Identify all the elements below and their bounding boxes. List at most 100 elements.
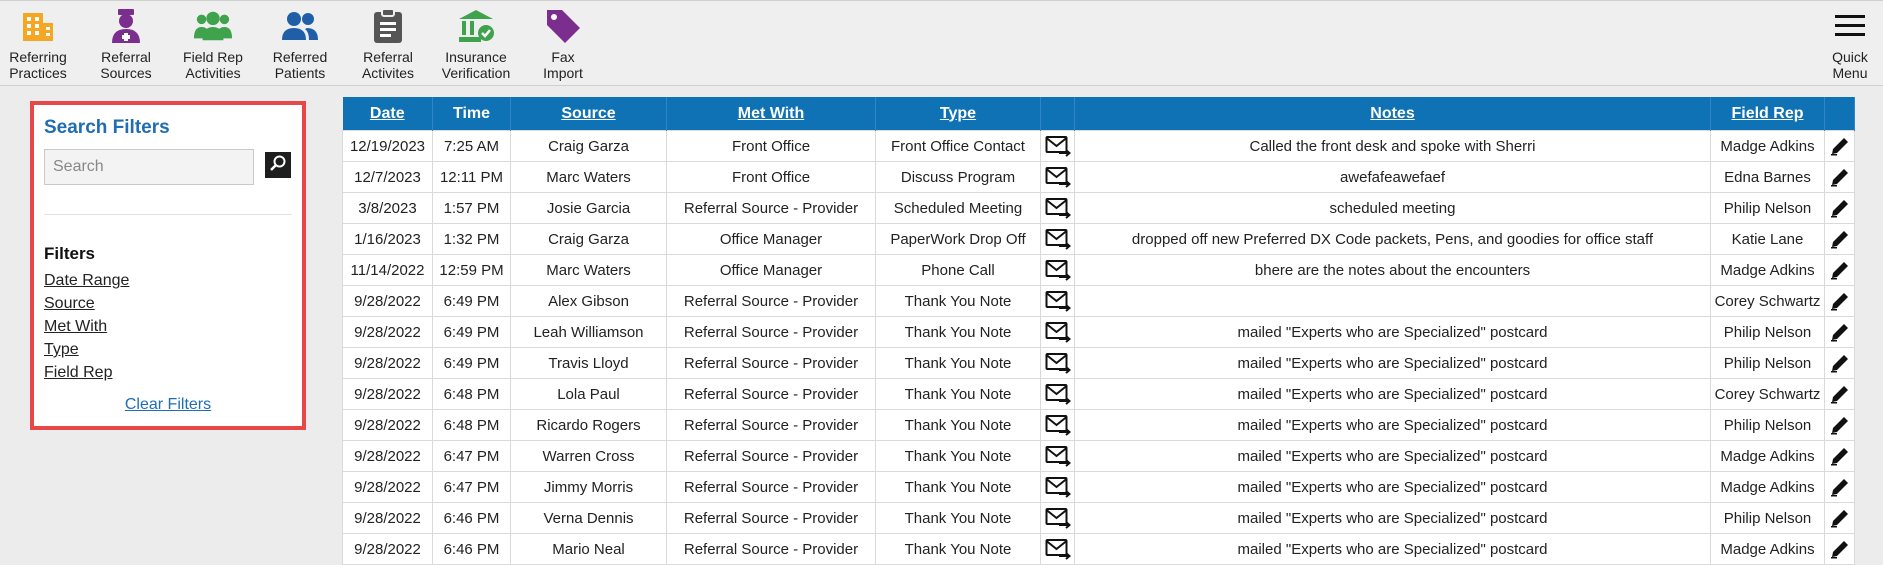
mail-forward-icon[interactable] [1045,197,1071,219]
filter-link-field-rep[interactable]: Field Rep [44,361,129,384]
column-header-notes[interactable]: Notes [1074,97,1711,131]
cell-date: 9/28/2022 [342,378,433,410]
mail-cell [1040,130,1075,162]
filter-link-type[interactable]: Type [44,338,129,361]
mail-forward-icon[interactable] [1045,538,1071,560]
mail-forward-icon[interactable] [1045,414,1071,436]
search-button[interactable] [265,152,291,178]
column-header-date[interactable]: Date [342,97,433,131]
toolbar-referral-sources[interactable]: Referral Sources [94,7,158,81]
quick-menu-button[interactable]: Quick Menu [1828,7,1872,81]
mail-forward-icon[interactable] [1045,445,1071,467]
edit-pencil-icon[interactable] [1829,197,1851,219]
cell-time: 6:49 PM [432,347,511,379]
cell-field-rep: Madge Adkins [1710,471,1825,503]
cell-field-rep: Katie Lane [1710,223,1825,255]
mail-forward-icon[interactable] [1045,166,1071,188]
mail-forward-icon[interactable] [1045,476,1071,498]
edit-pencil-icon[interactable] [1829,228,1851,250]
table-row: 9/28/2022 6:47 PM Warren Cross Referral Sou… [342,440,1855,472]
cell-time: 6:48 PM [432,378,511,410]
cell-notes: bhere are the notes about the encounters [1074,254,1711,286]
cell-date: 9/28/2022 [342,347,433,379]
cell-time: 6:49 PM [432,316,511,348]
edit-pencil-icon[interactable] [1829,476,1851,498]
edit-pencil-icon[interactable] [1829,290,1851,312]
cell-notes: mailed "Experts who are Specialized" pos… [1074,347,1711,379]
toolbar-referred-patients[interactable]: Referred Patients [266,7,334,81]
cell-met-with: Referral Source - Provider [666,409,876,441]
table-row: 9/28/2022 6:48 PM Ricardo Rogers Referral S… [342,409,1855,441]
toolbar-label: Insurance Verification [441,49,511,81]
cell-date: 9/28/2022 [342,502,433,534]
cell-type: Phone Call [875,254,1041,286]
search-filters-panel: Search Filters Filters Date Range Source… [30,101,306,430]
cell-date: 1/16/2023 [342,223,433,255]
cell-met-with: Front Office [666,161,876,193]
cell-source: Warren Cross [510,440,667,472]
column-header-met-with[interactable]: Met With [666,97,876,131]
clear-filters-link[interactable]: Clear Filters [34,396,302,414]
filter-link-date-range[interactable]: Date Range [44,269,129,292]
edit-pencil-icon[interactable] [1829,166,1851,188]
edit-cell [1824,409,1855,441]
cell-field-rep: Edna Barnes [1710,161,1825,193]
activities-table: Date Time Source Met With Type Notes Fie… [342,97,1855,565]
mail-forward-icon[interactable] [1045,321,1071,343]
cell-type: Front Office Contact [875,130,1041,162]
cell-met-with: Referral Source - Provider [666,316,876,348]
mail-forward-icon[interactable] [1045,135,1071,157]
edit-pencil-icon[interactable] [1829,445,1851,467]
edit-pencil-icon[interactable] [1829,352,1851,374]
edit-pencil-icon[interactable] [1829,414,1851,436]
cell-source: Craig Garza [510,130,667,162]
toolbar-referral-activites[interactable]: Referral Activites [354,7,422,81]
table-row: 1/16/2023 1:32 PM Craig Garza Office Manage… [342,223,1855,255]
edit-cell [1824,316,1855,348]
toolbar-label: Referring Practices [9,49,67,81]
toolbar-referring-practices[interactable]: Referring Practices [4,7,72,81]
column-header-source[interactable]: Source [510,97,667,131]
search-input[interactable] [44,149,254,185]
cell-notes: mailed "Experts who are Specialized" pos… [1074,378,1711,410]
toolbar-label: Referred Patients [272,49,328,81]
cell-notes: Called the front desk and spoke with She… [1074,130,1711,162]
mail-forward-icon[interactable] [1045,383,1071,405]
mail-cell [1040,223,1075,255]
mail-forward-icon[interactable] [1045,507,1071,529]
filter-link-met-with[interactable]: Met With [44,315,129,338]
cell-time: 12:11 PM [432,161,511,193]
edit-pencil-icon[interactable] [1829,538,1851,560]
mail-cell [1040,316,1075,348]
edit-cell [1824,533,1855,565]
cell-time: 6:47 PM [432,471,511,503]
cell-source: Ricardo Rogers [510,409,667,441]
edit-pencil-icon[interactable] [1829,135,1851,157]
mail-forward-icon[interactable] [1045,290,1071,312]
column-header-field-rep[interactable]: Field Rep [1710,97,1825,131]
mail-forward-icon[interactable] [1045,352,1071,374]
cell-date: 11/14/2022 [342,254,433,286]
toolbar-field-rep-activities[interactable]: Field Rep Activities [178,7,248,81]
edit-pencil-icon[interactable] [1829,321,1851,343]
edit-pencil-icon[interactable] [1829,259,1851,281]
mail-forward-icon[interactable] [1045,259,1071,281]
cell-type: Thank You Note [875,378,1041,410]
column-header-type[interactable]: Type [875,97,1041,131]
cell-field-rep: Madge Adkins [1710,130,1825,162]
toolbar-insurance-verification[interactable]: Insurance Verification [436,7,516,81]
mail-forward-icon[interactable] [1045,228,1071,250]
cell-date: 9/28/2022 [342,471,433,503]
cell-time: 12:59 PM [432,254,511,286]
edit-pencil-icon[interactable] [1829,507,1851,529]
doctor-icon [106,7,146,45]
edit-pencil-icon[interactable] [1829,383,1851,405]
edit-cell [1824,254,1855,286]
column-header-label: Met With [737,104,805,122]
table-row: 9/28/2022 6:47 PM Jimmy Morris Referral Sou… [342,471,1855,503]
cell-field-rep: Philip Nelson [1710,316,1825,348]
cell-source: Marc Waters [510,161,667,193]
toolbar-fax-import[interactable]: Fax Import [530,7,596,81]
cell-source: Verna Dennis [510,502,667,534]
filter-link-source[interactable]: Source [44,292,129,315]
